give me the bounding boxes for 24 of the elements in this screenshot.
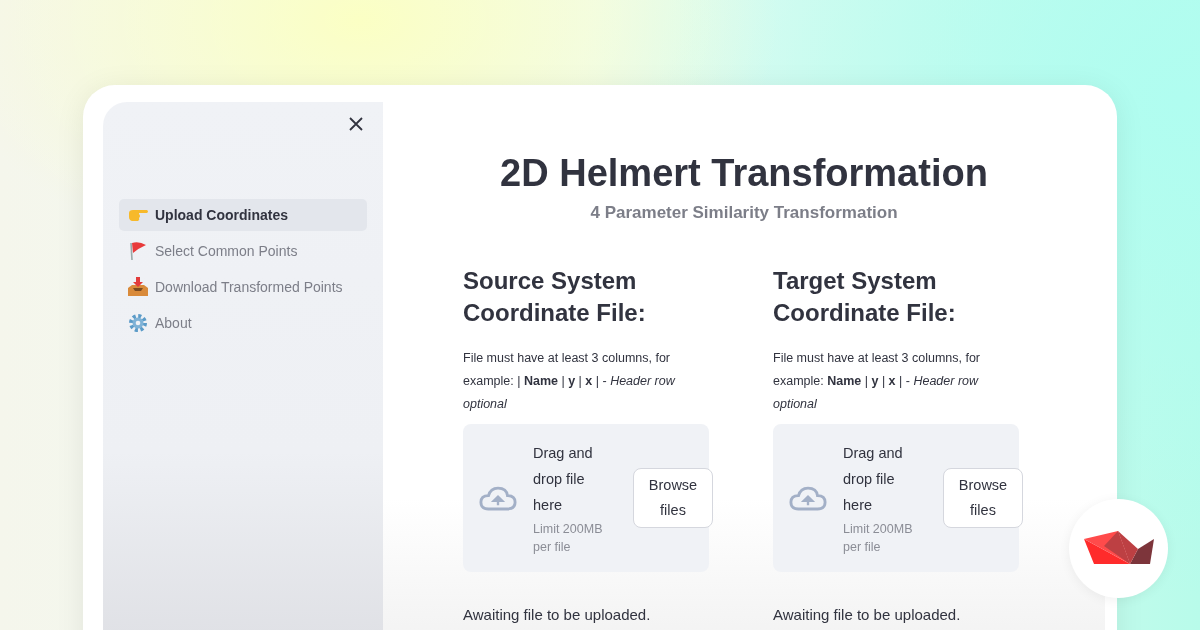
- sidebar-item[interactable]: Select Common Points: [119, 235, 367, 267]
- sidebar-item[interactable]: Upload Coordinates: [119, 199, 367, 231]
- status-text: Awaiting file to be uploaded.: [773, 606, 962, 623]
- requirement-text: File must have at least 3 columns, for example: | Name | y | x | - Header row optional: [463, 350, 677, 413]
- status-text: Awaiting file to be uploaded.: [463, 606, 652, 623]
- page-title: 2D Helmert Transformation: [499, 152, 989, 195]
- drop-instruction: Drag and drop file here: [843, 444, 904, 515]
- drop-instruction: Drag and drop file here: [533, 444, 594, 515]
- sidebar-item[interactable]: About: [119, 307, 367, 339]
- close-icon[interactable]: [349, 117, 363, 131]
- browse-files-button[interactable]: Browse files: [633, 468, 713, 528]
- size-limit-text: Limit 200MB per file: [843, 521, 914, 556]
- cloud-upload-icon: [789, 484, 827, 512]
- inbox-tray-icon: [127, 277, 149, 297]
- cloud-upload-icon: [479, 484, 517, 512]
- boat-logo-icon: [1083, 530, 1154, 567]
- size-limit-text: Limit 200MB per file: [533, 521, 604, 556]
- gear-icon: [127, 313, 149, 333]
- section-heading: Target System Coordinate File:: [773, 266, 957, 328]
- requirement-text: File must have at least 3 columns, for example: Name | y | x | - Header row optional: [773, 350, 982, 413]
- section-heading: Source System Coordinate File:: [463, 266, 647, 328]
- sidebar-item[interactable]: Download Transformed Points: [119, 271, 367, 303]
- browse-files-button[interactable]: Browse files: [943, 468, 1023, 528]
- page-subtitle: 4 Parameter Similarity Transformation: [589, 203, 899, 223]
